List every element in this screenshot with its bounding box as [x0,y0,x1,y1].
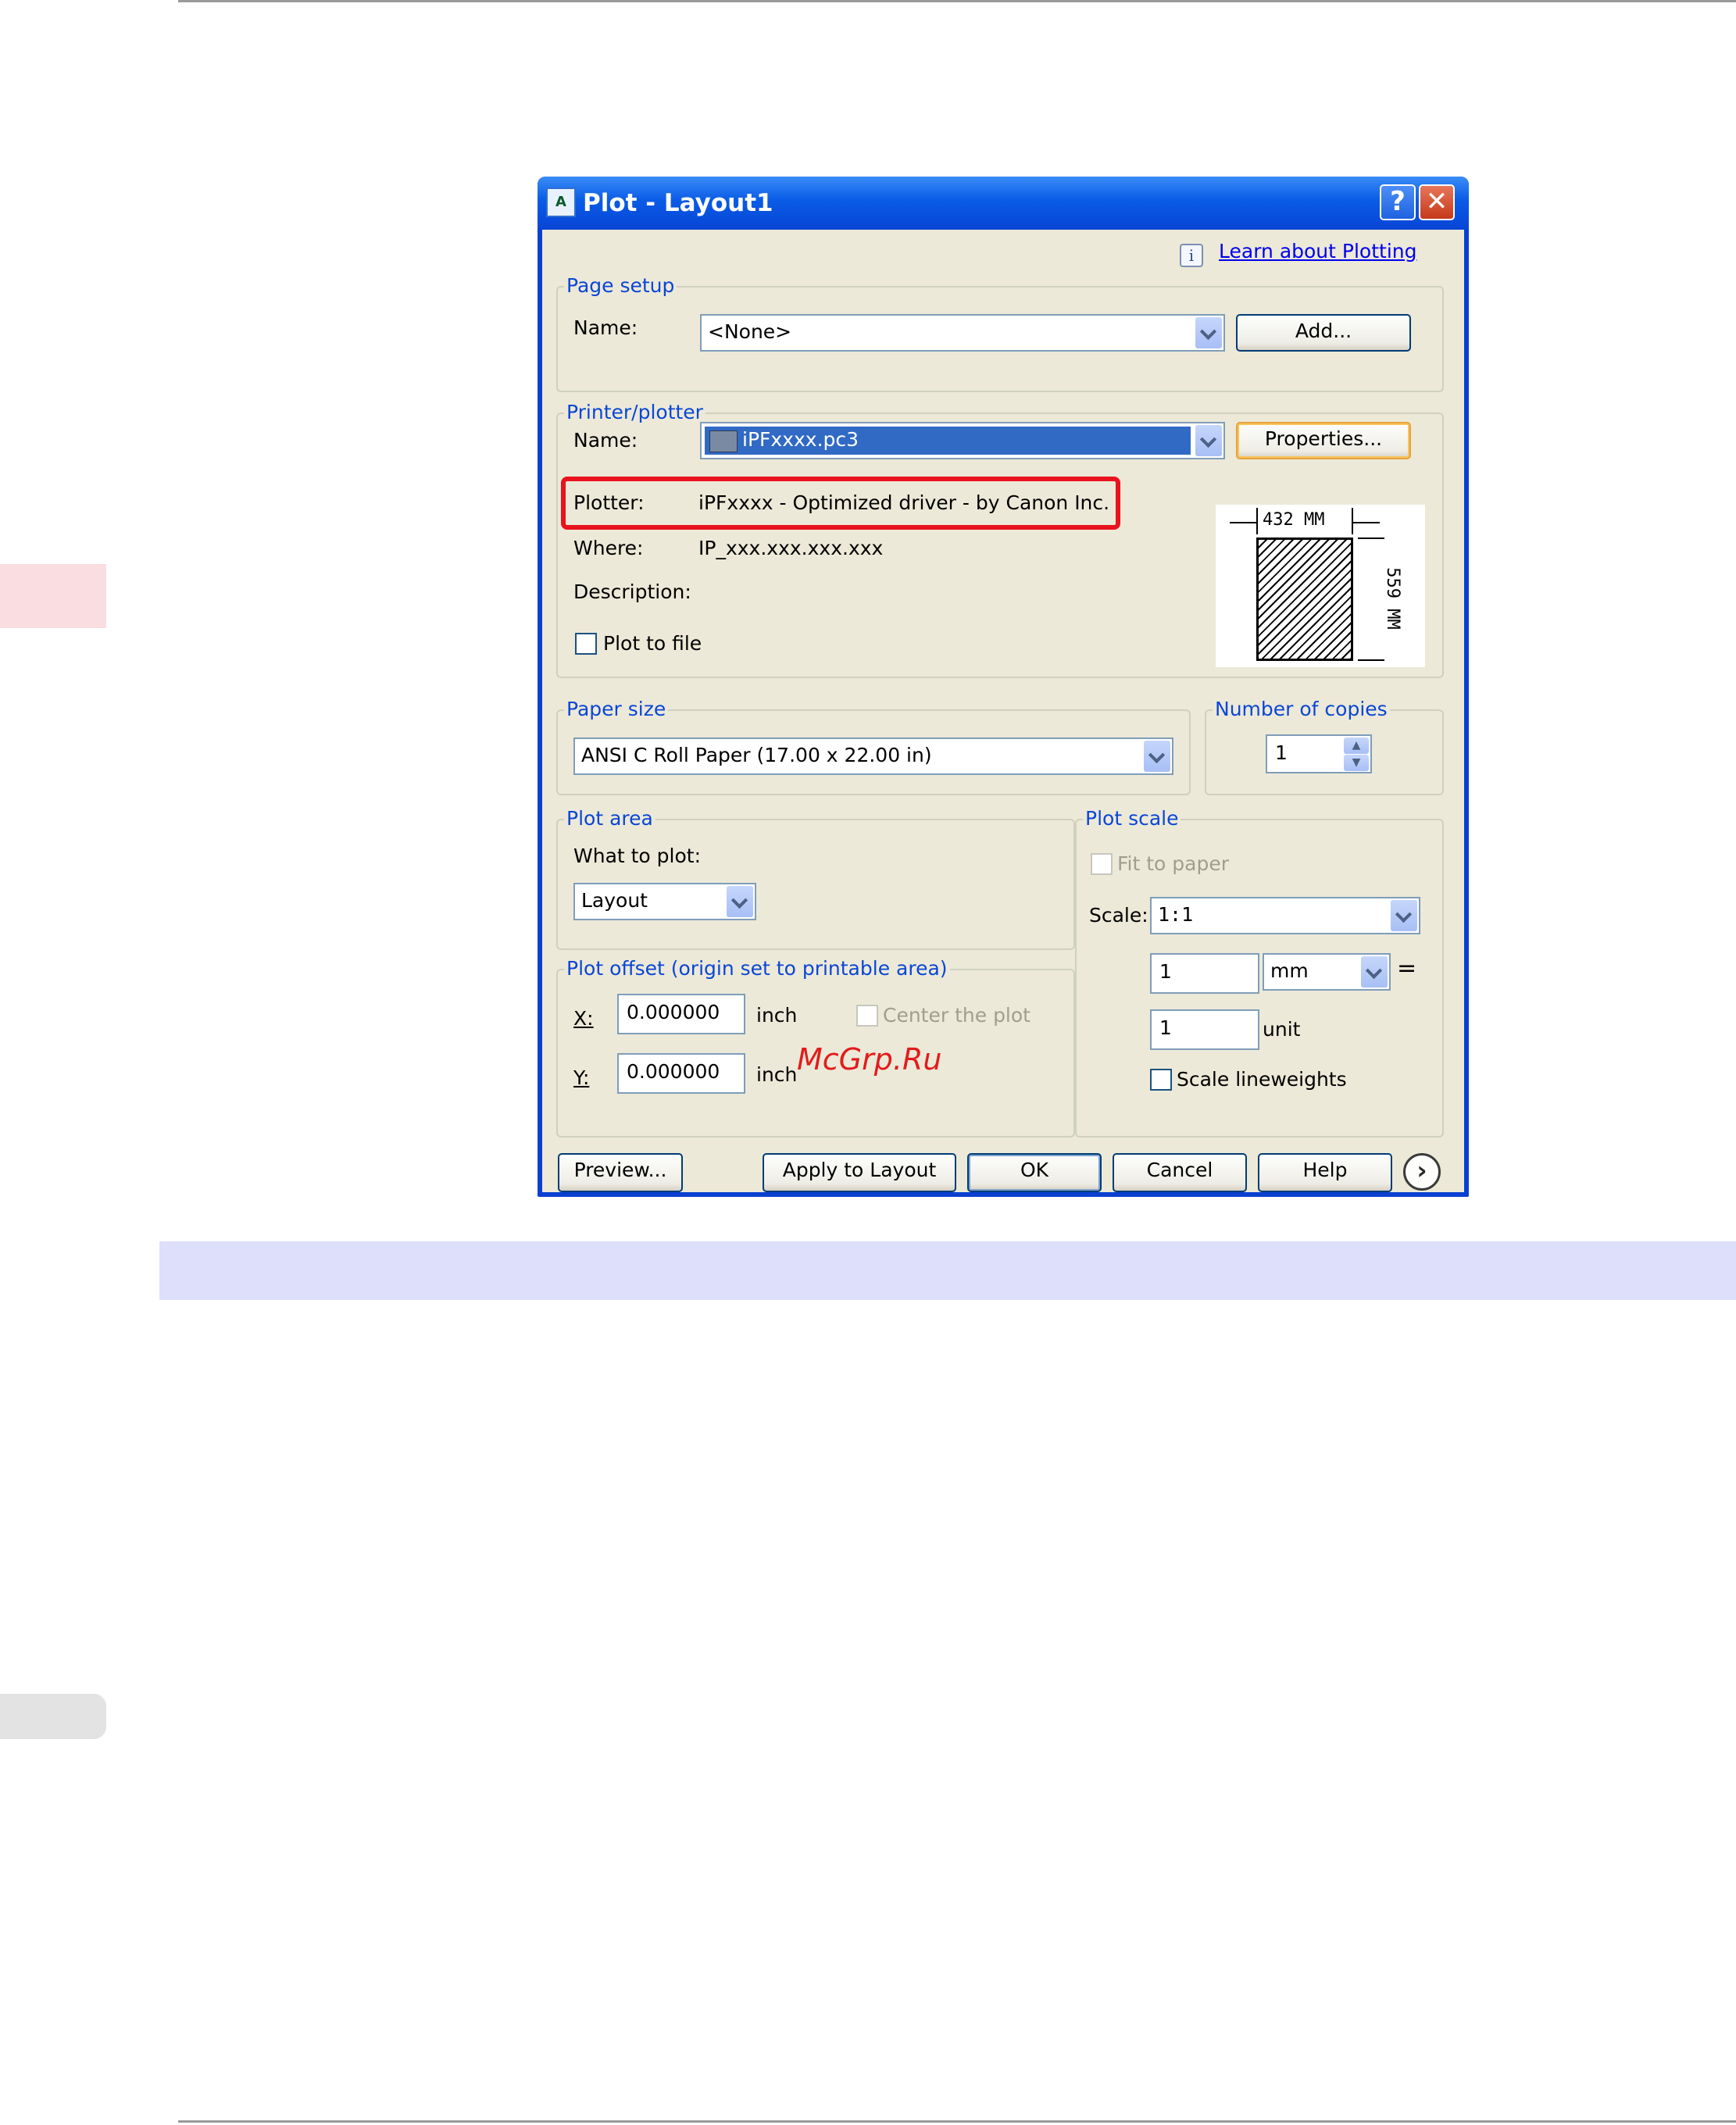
what-to-plot-combo[interactable]: Layout [573,883,756,920]
help-button[interactable]: Help [1258,1153,1392,1192]
bottom-rule [178,2120,1736,2123]
dialog-title: Plot - Layout1 [583,189,773,217]
x-offset-value: 0.000000 [627,1001,720,1023]
note-bar [159,1241,1736,1300]
what-to-plot-value: Layout [581,889,648,912]
paper-size-combo[interactable]: ANSI C Roll Paper (17.00 x 22.00 in) [573,738,1173,775]
page-setup-name-label: Name: [573,316,638,339]
center-plot-checkbox[interactable] [856,1005,878,1027]
scale-value: 1:1 [1158,903,1194,926]
info-icon: i [1180,244,1203,267]
scale-unit1-value: mm [1270,959,1309,982]
help-icon[interactable]: ? [1380,184,1416,220]
dim-tick-top [1358,538,1384,539]
preview-button[interactable]: Preview... [558,1153,683,1192]
y-unit-label: inch [756,1063,798,1086]
plot-scale-legend: Plot scale [1083,807,1181,830]
scale-value1-input[interactable]: 1 [1150,953,1259,994]
plotter-value: iPFxxxx - Optimized driver - by Canon In… [698,491,1110,514]
page-setup-name-combo[interactable]: <None> [700,314,1225,352]
scale-lineweights-label: Scale lineweights [1177,1068,1347,1091]
plot-to-file-label: Plot to file [603,632,702,655]
watermark-text: McGrp.Ru [797,1042,942,1077]
spin-up-icon[interactable]: ▲ [1344,738,1369,754]
printer-name-label: Name: [573,429,638,452]
copies-legend: Number of copies [1213,698,1390,721]
scale-lineweights-checkbox[interactable] [1150,1069,1172,1091]
x-label: X: [573,1007,594,1030]
where-value: IP_xxx.xxx.xxx.xxx [698,537,884,559]
title-bar[interactable]: A Plot - Layout1 ? ✕ [538,177,1469,230]
learn-about-plotting-link[interactable]: Learn about Plotting [1219,239,1416,264]
paper-preview: 432 MM 559 MM [1216,505,1425,667]
close-icon[interactable]: ✕ [1419,184,1455,220]
chevron-down-icon[interactable] [1391,900,1417,931]
paper-preview-sheet [1256,538,1353,661]
center-plot-label: Center the plot [883,1004,1031,1027]
scale-unit1-combo[interactable]: mm [1263,953,1391,991]
dim-arrow-right [1353,522,1380,523]
chevron-down-icon[interactable] [1195,425,1222,456]
copies-value: 1 [1275,741,1288,764]
scale-combo[interactable]: 1:1 [1150,897,1420,934]
printer-plotter-legend: Printer/plotter [564,401,705,424]
fit-to-paper-label: Fit to paper [1117,852,1230,875]
chevron-down-icon[interactable] [1195,317,1222,348]
preview-width-label: 432 MM [1263,510,1325,530]
y-offset-value: 0.000000 [627,1060,720,1083]
cancel-button[interactable]: Cancel [1113,1153,1247,1192]
plot-area-legend: Plot area [564,807,655,830]
chevron-down-icon[interactable] [1144,741,1170,772]
dim-arrow-left [1230,522,1256,523]
equals-sign: = [1397,955,1417,982]
plotter-icon [709,430,738,452]
chevron-down-icon[interactable] [727,886,753,917]
dim-tick-right [1352,508,1353,534]
page-setup-name-value: <None> [708,320,792,343]
side-tab-pink [0,564,106,628]
chevron-down-icon[interactable] [1361,956,1388,988]
properties-button[interactable]: Properties... [1236,422,1411,459]
scale-value1: 1 [1159,960,1172,983]
y-offset-input[interactable]: 0.000000 [617,1053,745,1094]
printer-name-combo[interactable]: iPFxxxx.pc3 [700,422,1225,459]
plotter-label: Plotter: [573,491,645,514]
spin-down-icon[interactable]: ▼ [1344,755,1369,771]
preview-height-label: 559 MM [1383,567,1402,630]
fit-to-paper-checkbox[interactable] [1091,853,1113,875]
where-label: Where: [573,537,644,559]
dialog-body: i Learn about Plotting Page setup Name: … [542,230,1464,1192]
top-rule [178,0,1736,2]
scale-unit2-label: unit [1263,1018,1301,1041]
add-button[interactable]: Add... [1236,314,1411,352]
x-offset-input[interactable]: 0.000000 [617,994,745,1034]
scale-label: Scale: [1089,904,1148,927]
what-to-plot-label: What to plot: [573,845,702,867]
y-label: Y: [573,1066,590,1089]
description-label: Description: [573,580,691,603]
paper-size-value: ANSI C Roll Paper (17.00 x 22.00 in) [581,744,932,766]
preview-height-wrap: 559 MM [1380,542,1402,655]
side-tab-grey [0,1694,106,1739]
dim-tick-bottom [1358,659,1384,661]
more-options-icon[interactable]: › [1403,1153,1441,1191]
ok-button[interactable]: OK [967,1153,1102,1192]
page-setup-legend: Page setup [564,274,677,298]
plot-dialog: A Plot - Layout1 ? ✕ i Learn about Plott… [538,177,1469,1197]
x-unit-label: inch [756,1004,798,1027]
scale-value2-input[interactable]: 1 [1150,1009,1259,1050]
dim-tick-left [1256,508,1258,534]
apply-to-layout-button[interactable]: Apply to Layout [763,1153,956,1192]
plot-app-icon: A [546,188,576,217]
plot-offset-legend: Plot offset (origin set to printable are… [564,957,950,980]
plot-to-file-checkbox[interactable] [575,633,597,655]
paper-size-legend: Paper size [564,698,669,721]
scale-value2: 1 [1159,1016,1172,1039]
printer-name-value: iPFxxxx.pc3 [742,428,859,451]
